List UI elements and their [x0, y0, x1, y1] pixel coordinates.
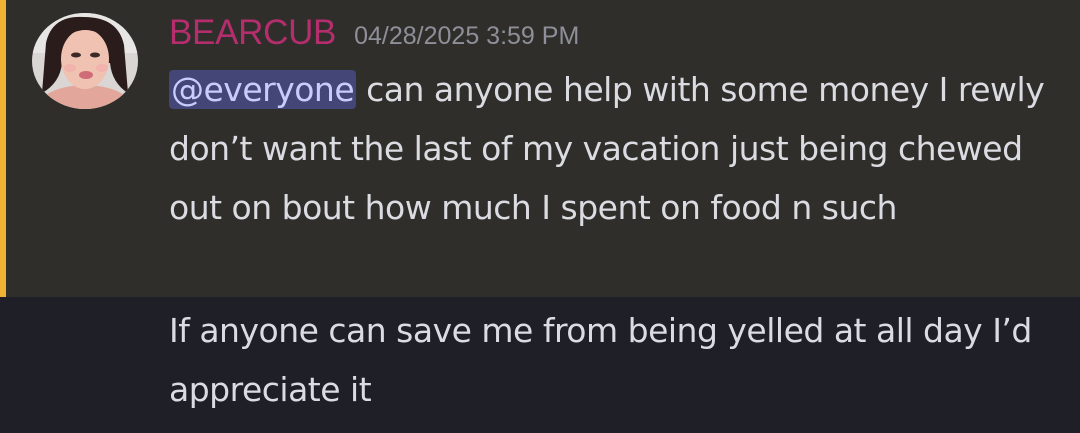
- followup-message-content: If anyone can save me from being yelled …: [169, 311, 1032, 409]
- user-avatar[interactable]: [32, 13, 138, 109]
- everyone-mention[interactable]: @everyone: [169, 70, 357, 109]
- message-content: @everyone can anyone help with some mone…: [169, 60, 1049, 237]
- avatar-photo-icon: [32, 13, 138, 109]
- message-header: BEARCUB 04/28/2025 3:59 PM: [169, 12, 579, 54]
- message-author[interactable]: BEARCUB: [169, 12, 336, 54]
- message-timestamp: 04/28/2025 3:59 PM: [354, 22, 580, 50]
- mention-highlight-bar: [0, 0, 6, 297]
- chat-view: BEARCUB 04/28/2025 3:59 PM @everyone can…: [0, 0, 1080, 433]
